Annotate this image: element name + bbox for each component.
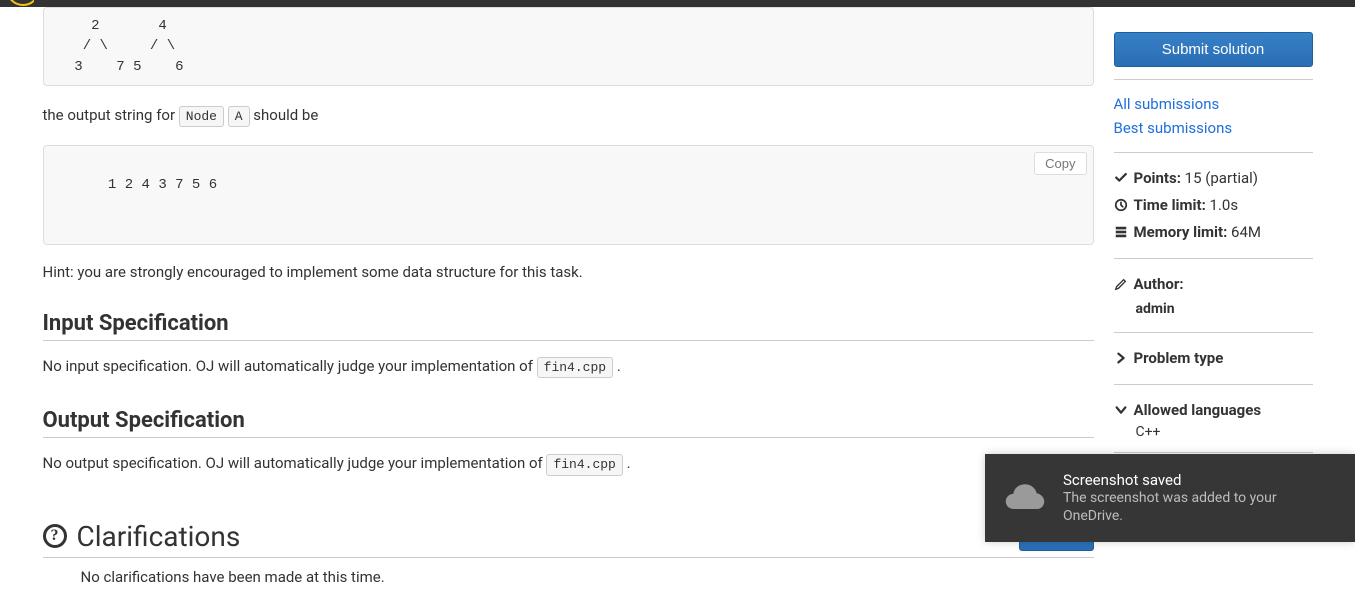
input-spec-text: No input specification. OJ will automati…	[43, 355, 1094, 379]
author-link[interactable]: admin	[1136, 298, 1313, 320]
toast-body: The screenshot was added to your OneDriv…	[1063, 489, 1337, 525]
filename-tag: fin4.cpp	[537, 357, 613, 379]
server-icon	[1114, 225, 1128, 239]
screenshot-toast[interactable]: Screenshot saved The screenshot was adde…	[985, 454, 1355, 542]
output-sentence: the output string for Node A should be	[43, 104, 1094, 128]
chevron-down-icon	[1114, 403, 1128, 417]
hint-text: Hint: you are strongly encouraged to imp…	[43, 263, 1094, 281]
time-row: Time limit: 1.0s	[1114, 192, 1313, 219]
input-spec-heading: Input Specification	[43, 311, 1094, 336]
problem-type-row[interactable]: Problem type	[1114, 345, 1313, 372]
check-icon	[1114, 171, 1128, 185]
output-spec-text: No output specification. OJ will automat…	[43, 452, 1094, 476]
points-row: Points: 15 (partial)	[1114, 165, 1313, 192]
question-icon: ?	[43, 524, 67, 548]
allowed-languages-row[interactable]: Allowed languages	[1114, 397, 1313, 424]
best-submissions-link[interactable]: Best submissions	[1114, 116, 1313, 140]
a-tag: A	[228, 106, 250, 128]
pencil-icon	[1114, 277, 1128, 291]
output-value: 1 2 4 3 7 5 6	[108, 177, 217, 193]
output-block: 1 2 4 3 7 5 6 Copy	[43, 145, 1094, 244]
chevron-right-icon	[1114, 351, 1128, 365]
clarifications-body: No clarifications have been made at this…	[43, 558, 1094, 606]
filename-tag: fin4.cpp	[546, 454, 622, 476]
node-tag: Node	[179, 106, 224, 128]
main-content: 2 4 / \ / \ 3 7 5 6 the output string fo…	[43, 7, 1114, 606]
author-row: Author:	[1114, 271, 1313, 298]
cloud-icon	[1003, 480, 1047, 516]
clarifications-heading: ? Clarifications	[43, 520, 241, 553]
allowed-languages-value: C++	[1114, 424, 1313, 440]
tree-diagram-block: 2 4 / \ / \ 3 7 5 6	[43, 7, 1094, 86]
copy-button[interactable]: Copy	[1034, 152, 1086, 175]
submit-solution-button[interactable]: Submit solution	[1114, 32, 1313, 67]
memory-row: Memory limit: 64M	[1114, 219, 1313, 246]
toast-title: Screenshot saved	[1063, 471, 1337, 489]
all-submissions-link[interactable]: All submissions	[1114, 92, 1313, 116]
clock-icon	[1114, 198, 1128, 212]
site-logo-fragment	[0, 0, 34, 7]
sentence-prefix: the output string for	[43, 106, 179, 124]
top-navbar	[0, 0, 1355, 7]
sentence-suffix: should be	[253, 106, 318, 124]
output-spec-heading: Output Specification	[43, 408, 1094, 433]
